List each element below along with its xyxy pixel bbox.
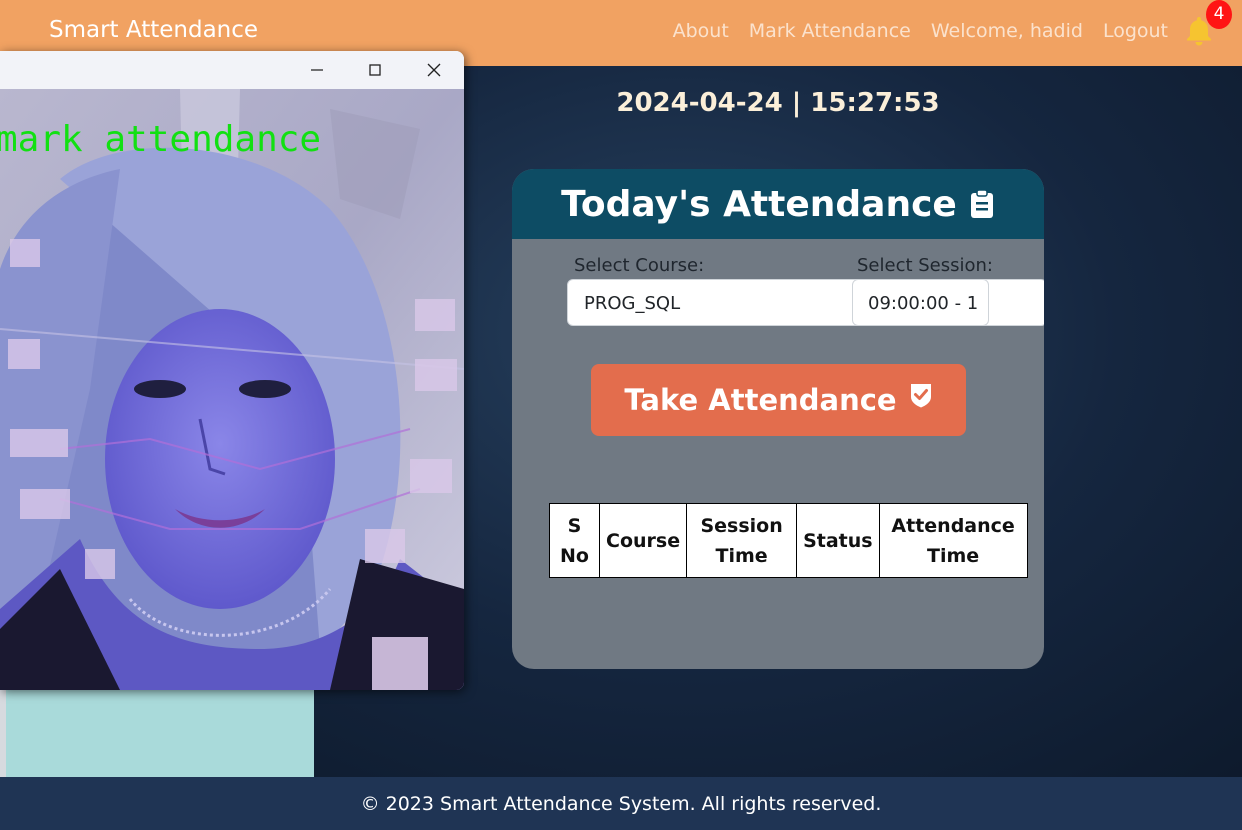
header-status: Status	[796, 503, 880, 578]
header-session-time: Session Time	[686, 503, 798, 578]
attendance-table: S No Course Session Time Status Attendance…	[549, 503, 1028, 578]
header-attendance-time: Attendance Time	[878, 503, 1028, 578]
footer: © 2023 Smart Attendance System. All righ…	[0, 777, 1242, 830]
attendance-card: Today's Attendance Select Course: Select…	[512, 169, 1044, 669]
table-header-row: S No Course Session Time Status Attendance…	[549, 503, 1028, 578]
minimize-icon[interactable]	[305, 58, 329, 82]
course-label: Select Course:	[574, 255, 705, 276]
nav-link-logout[interactable]: Logout	[1103, 20, 1168, 42]
card-header: Today's Attendance	[512, 169, 1044, 239]
header-s-no: S No	[549, 503, 600, 578]
session-label: Select Session:	[857, 255, 993, 276]
current-datetime: 2024-04-24 | 15:27:53	[616, 88, 940, 118]
camera-window: mark attendance	[0, 51, 464, 690]
brand-logo-text[interactable]: Smart Attendance	[49, 17, 258, 43]
header-course: Course	[598, 503, 688, 578]
nav-link-welcome-user[interactable]: Welcome, hadid	[931, 20, 1083, 42]
maximize-icon[interactable]	[363, 58, 387, 82]
camera-overlay-text: mark attendance	[0, 119, 321, 160]
camera-feed: mark attendance	[0, 89, 464, 690]
take-attendance-label: Take Attendance	[624, 383, 897, 417]
session-select[interactable]: 09:00:00 - 1	[852, 279, 989, 326]
nav-link-mark-attendance[interactable]: Mark Attendance	[749, 20, 911, 42]
take-attendance-button[interactable]: Take Attendance	[591, 364, 966, 436]
notification-badge: 4	[1206, 0, 1232, 29]
nav-link-about[interactable]: About	[673, 20, 729, 42]
card-title: Today's Attendance	[561, 183, 957, 225]
background-window	[0, 690, 314, 777]
check-badge-icon	[910, 384, 931, 408]
camera-window-titlebar[interactable]	[0, 51, 464, 89]
background-window-edge	[0, 690, 6, 777]
close-icon[interactable]	[422, 58, 446, 82]
clipboard-icon	[970, 189, 993, 218]
nav-links: About Mark Attendance Welcome, hadid Log…	[673, 20, 1168, 42]
